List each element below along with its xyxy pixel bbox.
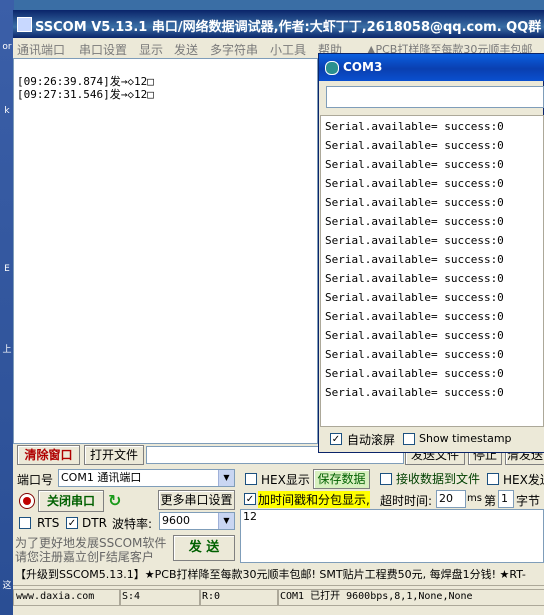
close-port-button[interactable]: 关闭串口 (38, 490, 104, 512)
output-line: Serial.available= success:0 (325, 253, 504, 266)
timestamp-checkbox[interactable]: ✓ (244, 493, 256, 505)
output-line: Serial.available= success:0 (325, 329, 504, 342)
output-line: Serial.available= success:0 (325, 367, 504, 380)
recv-to-file-checkbox[interactable] (380, 473, 392, 485)
dtr-label: DTR (82, 516, 107, 530)
send-textbox[interactable]: 12 (240, 509, 544, 563)
window-title: SSCOM V5.13.1 串口/网络数据调试器,作者:大虾丁丁,2618058… (35, 20, 542, 35)
chevron-down-icon[interactable]: ▼ (218, 470, 234, 486)
output-line: Serial.available= success:0 (325, 139, 504, 152)
baud-select-value: 9600 (162, 514, 190, 527)
desktop-strip: or k E 上 这 (0, 0, 14, 615)
port-select[interactable]: COM1 通讯端口 ▼ (58, 469, 235, 487)
ad-ticker[interactable]: 【升级到SSCOM5.13.1】★PCB打样降至每款30元顺丰包邮! SMT贴片… (15, 566, 544, 584)
serial-output[interactable]: Serial.available= success:0 Serial.avail… (320, 115, 544, 427)
send-button[interactable]: 发 送 (173, 535, 235, 561)
promo-line-2: 请您注册嘉立创F结尾客户 (15, 550, 154, 564)
menu-item-multi-string[interactable]: 多字符串 (210, 41, 258, 58)
output-line: Serial.available= success:0 (325, 310, 504, 323)
open-file-button[interactable]: 打开文件 (84, 445, 144, 465)
arduino-icon (325, 61, 339, 75)
desktop-mark: 上 (2, 345, 12, 355)
status-bar: www.daxia.com S:4 R:0 COM1 已打开 9600bps,8… (13, 585, 544, 606)
output-line: Serial.available= success:0 (325, 215, 504, 228)
byte-label: 字节 (516, 494, 541, 508)
nth-label: 第 (484, 494, 497, 508)
timeout-label: 超时时间: (380, 494, 433, 508)
output-line: Serial.available= success:0 (325, 196, 504, 209)
com3-footer: ✓ 自动滚屏 Show timestamp (319, 427, 544, 452)
clear-window-button[interactable]: 清除窗口 (17, 445, 80, 465)
com3-title-bar[interactable]: COM3 (319, 54, 544, 81)
status-website[interactable]: www.daxia.com (13, 589, 121, 606)
refresh-icon[interactable]: ↻ (108, 492, 126, 510)
status-sent-count: S:4 (119, 589, 201, 606)
hex-send-label: HEX发送 (503, 473, 544, 487)
receive-line: [09:27:31.546]发→◇12□ (17, 88, 154, 101)
recv-to-file-label: 接收数据到文件 (396, 472, 481, 486)
port-status-icon (19, 493, 35, 509)
save-data-button[interactable]: 保存数据 (313, 469, 370, 489)
autoscroll-label: 自动滚屏 (347, 433, 396, 447)
desktop-mark: E (4, 264, 10, 274)
menu-item-tools[interactable]: 小工具 (270, 41, 306, 58)
menu-item-display[interactable]: 显示 (139, 41, 163, 58)
rts-checkbox[interactable] (19, 517, 31, 529)
output-line: Serial.available= success:0 (325, 234, 504, 247)
menu-item-port[interactable]: 通讯端口 (17, 41, 65, 58)
desktop-mark: k (4, 106, 10, 116)
output-line: Serial.available= success:0 (325, 272, 504, 285)
output-line: Serial.available= success:0 (325, 291, 504, 304)
dtr-checkbox[interactable]: ✓ (66, 517, 78, 529)
status-port-state: COM1 已打开 9600bps,8,1,None,None (277, 589, 544, 606)
more-settings-button[interactable]: 更多串口设置 (158, 490, 235, 510)
desktop-mark: 这 (2, 581, 12, 591)
app-icon (17, 17, 32, 32)
port-select-value: COM1 通讯端口 (61, 471, 142, 484)
sscom-title-bar[interactable]: SSCOM V5.13.1 串口/网络数据调试器,作者:大虾丁丁,2618058… (13, 10, 544, 38)
timestamp-label: 加时间戳和分包显示, (258, 491, 370, 508)
hex-display-checkbox[interactable] (245, 473, 257, 485)
autoscroll-checkbox[interactable]: ✓ (330, 433, 342, 445)
output-line: Serial.available= success:0 (325, 120, 504, 133)
show-timestamp-checkbox[interactable] (403, 433, 415, 445)
output-line: Serial.available= success:0 (325, 348, 504, 361)
baud-select[interactable]: 9600 ▼ (159, 512, 235, 530)
chevron-down-icon[interactable]: ▼ (218, 513, 234, 529)
output-line: Serial.available= success:0 (325, 386, 504, 399)
com3-title: COM3 (343, 60, 383, 74)
menu-item-serial-settings[interactable]: 串口设置 (79, 41, 127, 58)
port-label: 端口号 (17, 473, 54, 487)
status-received-count: R:0 (199, 589, 279, 606)
timeout-input[interactable]: 20 (436, 490, 466, 508)
desktop-mark: or (2, 42, 12, 52)
receive-area[interactable]: [09:26:39.874]发→◇12□ [09:27:31.546]发→◇12… (13, 58, 318, 444)
hex-display-label: HEX显示 (261, 473, 310, 487)
rts-label: RTS (37, 516, 60, 530)
hex-send-checkbox[interactable] (487, 473, 499, 485)
show-timestamp-label: Show timestamp (419, 432, 512, 445)
output-line: Serial.available= success:0 (325, 158, 504, 171)
baud-label: 波特率: (112, 517, 153, 531)
timeout-unit: ms (467, 493, 482, 504)
nth-input[interactable]: 1 (498, 490, 514, 508)
menu-item-send[interactable]: 发送 (174, 41, 198, 58)
output-line: Serial.available= success:0 (325, 177, 504, 190)
serial-send-input[interactable] (326, 86, 544, 108)
